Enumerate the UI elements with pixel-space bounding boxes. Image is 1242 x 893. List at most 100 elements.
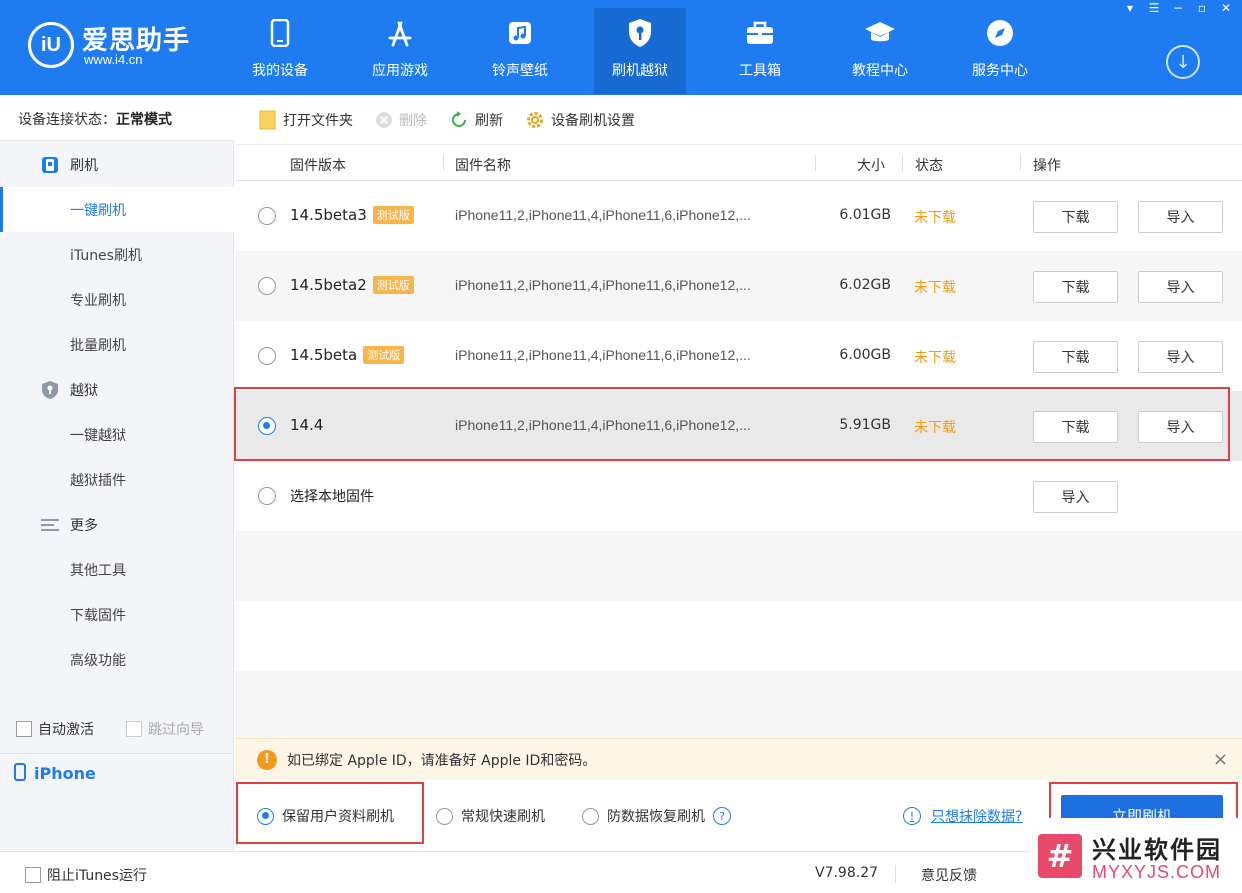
firmware-version: 14.5beta3 测试版: [290, 206, 414, 224]
auto-activate-checkbox[interactable]: 自动激活: [16, 719, 94, 739]
col-action: 操作: [1033, 158, 1061, 174]
folder-icon: [259, 110, 277, 130]
delete-icon: [375, 111, 393, 129]
nav-flash-jailbreak[interactable]: 刷机越狱: [594, 8, 686, 94]
download-button[interactable]: 下载: [1033, 271, 1118, 303]
nav-tutorials[interactable]: 教程中心: [834, 8, 926, 94]
sidebar-group-jailbreak[interactable]: 越狱: [0, 367, 234, 412]
group-label: 刷机: [70, 157, 98, 174]
refresh-icon: [449, 110, 469, 130]
nav-service-center[interactable]: 服务中心: [954, 8, 1046, 94]
nav-ringtones[interactable]: 铃声壁纸: [474, 8, 566, 94]
firmware-radio[interactable]: [258, 207, 276, 225]
sidebar-group-flash[interactable]: 刷机: [0, 142, 234, 187]
skip-guide-checkbox[interactable]: 跳过向导: [126, 719, 204, 739]
erase-data-link[interactable]: ! 只想抹除数据?: [903, 806, 1022, 826]
menu-icon[interactable]: ☰: [1144, 0, 1164, 16]
local-firmware-radio[interactable]: [258, 487, 276, 505]
apple-id-notice: ! 如已绑定 Apple ID，请准备好 Apple ID和密码。 ×: [235, 738, 1242, 780]
nav-label: 我的设备: [252, 63, 308, 79]
sidebar-item-download-firmware[interactable]: 下载固件: [0, 592, 234, 637]
beta-badge: 测试版: [363, 346, 405, 364]
minimize-icon[interactable]: −: [1168, 0, 1188, 16]
sidebar-item-advanced[interactable]: 高级功能: [0, 637, 234, 682]
shield-icon: [40, 380, 60, 400]
status-value: 正常模式: [116, 112, 172, 128]
sidebar-item-other-tools[interactable]: 其他工具: [0, 547, 234, 592]
sidebar-item-one-click-flash[interactable]: 一键刷机: [0, 187, 234, 232]
version-label: V7.98.27: [815, 865, 879, 881]
import-local-button[interactable]: 导入: [1033, 481, 1118, 513]
toolbox-icon: [714, 18, 806, 48]
empty-row: [235, 671, 1242, 738]
phone-icon: [14, 762, 26, 785]
maximize-icon[interactable]: ▫: [1192, 0, 1212, 16]
column-divider: [443, 155, 444, 171]
download-button[interactable]: 下载: [1033, 341, 1118, 373]
highlight-box: [234, 387, 1230, 461]
device-entry[interactable]: iPhone: [0, 753, 234, 793]
quick-flash-option[interactable]: 常规快速刷机: [436, 806, 545, 826]
logo-url: www.i4.cn: [84, 52, 143, 67]
sidebar-group-more[interactable]: 更多: [0, 502, 234, 547]
import-button[interactable]: 导入: [1138, 341, 1223, 373]
watermark-title: 兴业软件园: [1092, 836, 1222, 864]
gear-icon: [525, 110, 545, 130]
sidebar-item-pro-flash[interactable]: 专业刷机: [0, 277, 234, 322]
firmware-radio[interactable]: [258, 347, 276, 365]
checkbox-box: [25, 867, 41, 883]
option-label: 常规快速刷机: [461, 809, 545, 825]
highlight-box: [236, 782, 424, 844]
nav-apps-games[interactable]: 应用游戏: [354, 8, 446, 94]
download-button[interactable]: 下载: [1033, 201, 1118, 233]
toolbar: 打开文件夹 删除 刷新 设备刷机设置: [235, 95, 1242, 145]
local-firmware-row[interactable]: 选择本地固件 导入: [235, 461, 1242, 531]
beta-badge: 测试版: [372, 276, 414, 294]
nav-label: 教程中心: [852, 63, 908, 79]
firmware-radio[interactable]: [258, 277, 276, 295]
help-icon[interactable]: ?: [713, 807, 731, 825]
sidebar: 设备连接状态：正常模式 刷机 一键刷机 iTunes刷机 专业刷机 批量刷机 越…: [0, 95, 234, 850]
app-store-icon: [354, 18, 446, 48]
feedback-link[interactable]: 意见反馈: [921, 865, 977, 885]
sidebar-item-one-click-jailbreak[interactable]: 一键越狱: [0, 412, 234, 457]
nav-my-device[interactable]: 我的设备: [234, 8, 326, 94]
column-divider: [902, 155, 903, 171]
import-button[interactable]: 导入: [1138, 201, 1223, 233]
checkbox-label: 自动激活: [38, 722, 94, 738]
firmware-status: 未下载: [914, 210, 956, 226]
beta-badge: 测试版: [372, 206, 414, 224]
sidebar-item-batch-flash[interactable]: 批量刷机: [0, 322, 234, 367]
table-row[interactable]: 14.5beta3 测试版 iPhone11,2,iPhone11,4,iPhon…: [235, 181, 1242, 251]
flash-settings-button[interactable]: 设备刷机设置: [525, 110, 635, 130]
close-icon[interactable]: ×: [1213, 749, 1228, 770]
music-icon: [474, 18, 566, 48]
nav-label: 刷机越狱: [612, 63, 668, 79]
watermark-logo: #: [1038, 833, 1082, 878]
notice-text: 如已绑定 Apple ID，请准备好 Apple ID和密码。: [287, 752, 597, 769]
block-itunes-checkbox[interactable]: 阻止iTunes运行: [25, 865, 147, 885]
close-icon[interactable]: ✕: [1216, 0, 1236, 16]
import-button[interactable]: 导入: [1138, 271, 1223, 303]
download-manager-button[interactable]: ↓: [1166, 45, 1200, 79]
device-name: iPhone: [34, 764, 96, 783]
refresh-button[interactable]: 刷新: [449, 110, 503, 130]
table-row[interactable]: 14.5beta2 测试版 iPhone11,2,iPhone11,4,iPhon…: [235, 251, 1242, 321]
option-radio: [582, 807, 599, 825]
nav-label: 铃声壁纸: [492, 63, 548, 79]
version-text: 14.5beta2: [290, 276, 367, 294]
firmware-size: 6.01GB: [839, 207, 891, 223]
nav-toolbox[interactable]: 工具箱: [714, 8, 806, 94]
table-row[interactable]: 14.5beta 测试版 iPhone11,2,iPhone11,4,iPhone…: [235, 321, 1242, 391]
group-label: 更多: [70, 517, 98, 534]
open-folder-button[interactable]: 打开文件夹: [259, 110, 353, 130]
delete-button[interactable]: 删除: [375, 110, 427, 130]
version-text: 14.5beta: [290, 346, 358, 364]
skin-icon[interactable]: ▾: [1120, 0, 1140, 16]
checkbox-label: 跳过向导: [148, 722, 204, 738]
sidebar-item-itunes-flash[interactable]: iTunes刷机: [0, 232, 234, 277]
anti-recovery-option[interactable]: 防数据恢复刷机?: [582, 806, 731, 826]
sidebar-item-jailbreak-plugins[interactable]: 越狱插件: [0, 457, 234, 502]
phone-icon: [234, 18, 326, 48]
arrow-down-icon: ↓: [1175, 51, 1191, 73]
